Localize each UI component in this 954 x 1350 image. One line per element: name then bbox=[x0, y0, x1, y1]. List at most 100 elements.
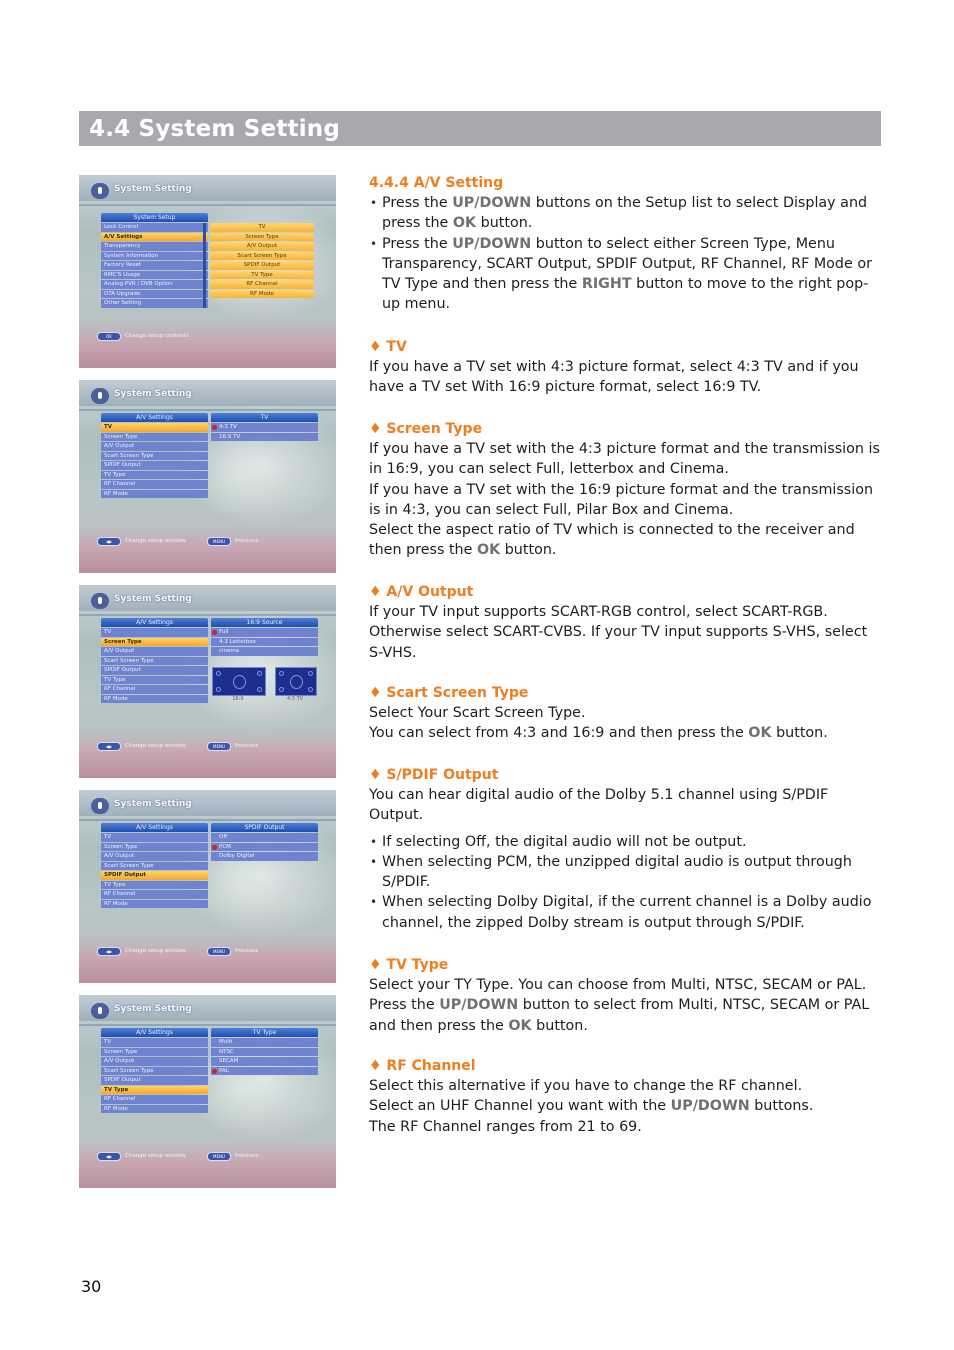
osd-submenu-header: TV Type bbox=[211, 1028, 318, 1037]
osd-menu-item: RF Mode bbox=[101, 1104, 208, 1113]
osd-footer: ◀▶ Change setup window MENU Previous bbox=[97, 1152, 327, 1162]
aspect-preview-label: 4:3 TV bbox=[286, 696, 304, 702]
osd-title-text: System Setting bbox=[114, 799, 192, 809]
osd-scrollbar[interactable] bbox=[203, 223, 206, 308]
intro-bullet-list: Press the UP/DOWN buttons on the Setup l… bbox=[369, 193, 884, 315]
keyword: UP/DOWN bbox=[452, 235, 532, 252]
osd-option-item: Screen Type bbox=[210, 232, 314, 241]
osd-screenshot: System Setting A/V Settings TV Screen Type A… bbox=[79, 790, 336, 983]
osd-submenu-panel: TV Type Multi NTSC SECAM PAL bbox=[211, 1028, 318, 1075]
osd-menu-item: RF Mode bbox=[101, 489, 208, 498]
osd-menu-item: SPDIF Output bbox=[101, 666, 208, 675]
osd-menu-item: RF Channel bbox=[101, 685, 208, 694]
keyword: OK bbox=[508, 1017, 532, 1034]
intro-bullet: Press the UP/DOWN buttons on the Setup l… bbox=[369, 193, 884, 234]
osd-footer: OK Change setup contents bbox=[97, 332, 327, 342]
osd-screenshot: System Setting A/V Settings TV Screen Type A… bbox=[79, 995, 336, 1188]
settings-icon bbox=[91, 593, 109, 609]
page-number: 30 bbox=[81, 1277, 102, 1296]
text-run: Select an UHF Channel you want with the bbox=[369, 1098, 671, 1115]
osd-submenu-header: 16:9 Source bbox=[211, 618, 318, 627]
spdif-bullet: When selecting PCM, the unzipped digital… bbox=[369, 852, 884, 893]
osd-menu-item: Screen Type bbox=[101, 432, 208, 441]
osd-menu-panel: A/V Settings TV Screen Type A/V Output Scart… bbox=[101, 823, 208, 908]
selected-radio-icon bbox=[212, 630, 217, 635]
osd-menu-item: RF Mode bbox=[101, 694, 208, 703]
text-run: You can select from 4:3 and 16:9 and the… bbox=[369, 725, 749, 742]
keyword: OK bbox=[748, 725, 772, 742]
osd-submenu-header: SPDIF Output bbox=[211, 823, 318, 832]
scart-screen-type-text: You can select from 4:3 and 16:9 and the… bbox=[369, 723, 884, 743]
osd-menu-item: RF Channel bbox=[101, 1095, 208, 1104]
osd-hint-label: Previous bbox=[235, 538, 259, 544]
preview-corner-icon bbox=[279, 671, 284, 676]
osd-menu-item: A/V Settings bbox=[101, 232, 208, 241]
osd-menu-item: RF Channel bbox=[101, 890, 208, 899]
preview-corner-icon bbox=[308, 687, 313, 692]
osd-menu-item: SPDIF Output bbox=[101, 461, 208, 470]
scart-screen-type-text: Select Your Scart Screen Type. bbox=[369, 705, 586, 721]
osd-footer: ◀▶ Change setup window MENU Previous bbox=[97, 947, 327, 957]
preview-center-icon bbox=[233, 675, 246, 689]
osd-menu-item: SPDIF Output bbox=[101, 1076, 208, 1085]
osd-hint-label: Change setup contents bbox=[125, 333, 189, 339]
osd-screenshot: System Setting System Setup Lock Control A/… bbox=[79, 175, 336, 368]
settings-icon bbox=[91, 388, 109, 404]
text-run: Press the bbox=[382, 195, 453, 211]
osd-menu-item: Other Setting bbox=[101, 299, 208, 308]
preview-corner-icon bbox=[308, 671, 313, 676]
osd-submenu-item: Full bbox=[211, 628, 318, 637]
osd-title: System Setting bbox=[91, 593, 192, 609]
section-header-bar: 4.4 System Setting bbox=[79, 111, 881, 146]
intro-bullet: Press the UP/DOWN button to select eithe… bbox=[369, 234, 884, 315]
osd-submenu-item: Off bbox=[211, 833, 318, 842]
screen-type-text: If you have a TV set with the 4:3 pictur… bbox=[369, 441, 880, 478]
osd-option-list: TV Screen Type A/V Output Scart Screen Type… bbox=[210, 222, 314, 298]
osd-menu-item: A/V Output bbox=[101, 647, 208, 656]
osd-menu-item: Screen Type bbox=[101, 637, 208, 646]
osd-divider bbox=[79, 614, 336, 616]
preview-corner-icon bbox=[216, 671, 221, 676]
osd-option-item: A/V Output bbox=[210, 242, 314, 251]
osd-hint-label: Previous bbox=[235, 948, 259, 954]
keyword: UP/DOWN bbox=[439, 997, 519, 1014]
preview-corner-icon bbox=[257, 687, 262, 692]
osd-menu-item: Analog PVR / DVB Option bbox=[101, 280, 208, 289]
osd-submenu-item: 4:3 TV bbox=[211, 423, 318, 432]
osd-submenu-item: Multi bbox=[211, 1038, 318, 1047]
osd-divider bbox=[79, 819, 336, 821]
osd-menu-header: A/V Settings bbox=[101, 1028, 208, 1037]
rf-channel-text: Select this alternative if you have to c… bbox=[369, 1078, 803, 1094]
text-run: button. bbox=[476, 215, 533, 232]
rf-channel-text: The RF Channel ranges from 21 to 69. bbox=[369, 1118, 642, 1135]
osd-menu-item: Factory Reset bbox=[101, 261, 208, 270]
osd-title-text: System Setting bbox=[114, 594, 192, 604]
osd-menu-item: TV Type bbox=[101, 880, 208, 889]
spdif-bullet-list: If selecting Off, the digital audio will… bbox=[369, 832, 884, 933]
remote-key-icon: MENU bbox=[207, 742, 231, 751]
osd-footer: ◀▶ Change setup window MENU Previous bbox=[97, 742, 327, 752]
osd-submenu-panel: TV 4:3 TV 16:9 TV bbox=[211, 413, 318, 441]
osd-menu-item: OTA Upgrade bbox=[101, 289, 208, 298]
av-output-section: ♦ A/V Output If your TV input supports S… bbox=[369, 582, 884, 663]
osd-hint-label: Change setup window bbox=[125, 538, 186, 544]
settings-icon bbox=[91, 1003, 109, 1019]
aspect-preview-label: 16:9 bbox=[232, 696, 244, 702]
keyword: UP/DOWN bbox=[670, 1098, 750, 1115]
osd-menu-item: TV Type bbox=[101, 470, 208, 479]
osd-submenu-item: SECAM bbox=[211, 1057, 318, 1066]
text-run: Select the aspect ratio of TV which is c… bbox=[369, 522, 855, 559]
section-title: 4.4 System Setting bbox=[89, 116, 341, 142]
spdif-output-section: ♦ S/PDIF Output You can hear digital aud… bbox=[369, 765, 884, 933]
osd-option-item: TV bbox=[210, 223, 314, 232]
text-run: button. bbox=[771, 725, 828, 742]
osd-submenu-panel: 16:9 Source Full 4:3 Letterbox cinema bbox=[211, 618, 318, 656]
osd-menu-item: RMC'S Usage bbox=[101, 270, 208, 279]
osd-hint-label: Previous bbox=[235, 1153, 259, 1159]
keyword: UP/DOWN bbox=[452, 195, 532, 211]
osd-submenu-item: Dolby Digital bbox=[211, 852, 318, 861]
osd-option-item: SPDIF Output bbox=[210, 261, 314, 270]
tv-section: ♦ TV If you have a TV set with 4:3 pictu… bbox=[369, 337, 884, 398]
osd-menu-item: SPDIF Output bbox=[101, 871, 208, 880]
keyword: OK bbox=[452, 215, 477, 232]
